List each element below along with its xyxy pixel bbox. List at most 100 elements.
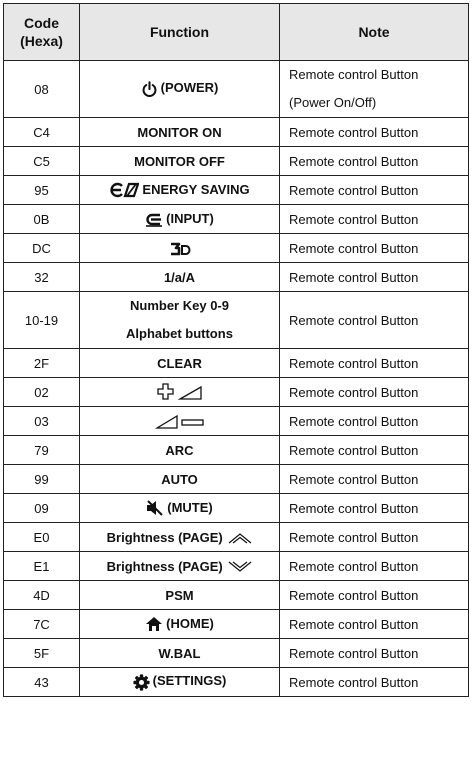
note-cell: Remote control Button <box>279 377 469 407</box>
note-cell: Remote control Button <box>279 435 469 465</box>
table-row: 10-19 Number Key 0-9 Alphabet buttons Re… <box>3 291 469 349</box>
function-cell: (HOME) <box>79 609 280 639</box>
function-cell: ENERGY SAVING <box>79 175 280 205</box>
function-line: Alphabet buttons <box>126 326 233 341</box>
table-row: 5F W.BAL Remote control Button <box>3 638 469 668</box>
code-cell: 4D <box>3 580 80 610</box>
function-cell: PSM <box>79 580 280 610</box>
energy-saving-icon <box>110 183 140 198</box>
mute-icon <box>147 500 163 516</box>
table-row: 09 (MUTE) Remote control Button <box>3 493 469 523</box>
table-row: 2F CLEAR Remote control Button <box>3 348 469 378</box>
table-row: 03 Remote control Button <box>3 406 469 436</box>
note-cell: Remote control Button <box>279 406 469 436</box>
function-cell: (SETTINGS) <box>79 667 280 697</box>
code-cell: 2F <box>3 348 80 378</box>
function-cell: ARC <box>79 435 280 465</box>
function-label: (POWER) <box>160 80 219 96</box>
code-cell: 08 <box>3 60 80 118</box>
code-cell: 32 <box>3 262 80 292</box>
code-cell: E0 <box>3 522 80 552</box>
home-icon <box>146 617 163 632</box>
code-cell: DC <box>3 233 80 263</box>
note-line: (Power On/Off) <box>289 95 377 110</box>
function-cell: (INPUT) <box>79 204 280 234</box>
volume-up-icon <box>156 383 202 400</box>
function-cell: 1/a/A <box>79 262 280 292</box>
note-cell: Remote control Button <box>279 580 469 610</box>
code-cell: 03 <box>3 406 80 436</box>
chevron-down-icon <box>228 561 252 572</box>
function-cell <box>79 233 280 263</box>
table-row: 95 ENERGY SAVING Remote control Button <box>3 175 469 205</box>
function-label: (INPUT) <box>166 211 214 227</box>
settings-icon <box>133 673 150 691</box>
function-line: Number Key 0-9 <box>130 298 229 313</box>
note-line: Remote control Button <box>289 67 419 82</box>
code-cell: 43 <box>3 667 80 697</box>
note-cell: Remote control Button <box>279 551 469 581</box>
function-label: (MUTE) <box>167 499 213 515</box>
code-cell: 5F <box>3 638 80 668</box>
note-cell: Remote control Button <box>279 291 469 349</box>
function-cell: AUTO <box>79 464 280 494</box>
header-function: Function <box>79 3 280 61</box>
note-cell: Remote control Button <box>279 493 469 523</box>
function-cell: W.BAL <box>79 638 280 668</box>
note-cell: Remote control Button <box>279 464 469 494</box>
table-row: 0B (INPUT) Remote control Button <box>3 204 469 234</box>
function-cell: Brightness (PAGE) <box>79 551 280 581</box>
table-row: 08 (POWER) Remote control Button (Power … <box>3 60 469 118</box>
table-row: E0 Brightness (PAGE) Remote control Butt… <box>3 522 469 552</box>
function-label: Brightness (PAGE) <box>106 529 223 545</box>
function-cell: MONITOR OFF <box>79 146 280 176</box>
header-note: Note <box>279 3 469 61</box>
table-row: 79 ARC Remote control Button <box>3 435 469 465</box>
code-cell: 02 <box>3 377 80 407</box>
remote-code-table: Code (Hexa) Function Note 08 (POWER) Rem… <box>3 3 469 697</box>
table-row: DC Remote control Button <box>3 233 469 263</box>
note-cell: Remote control Button <box>279 638 469 668</box>
note-cell: Remote control Button <box>279 175 469 205</box>
header-row: Code (Hexa) Function Note <box>3 3 469 61</box>
function-cell <box>79 377 280 407</box>
code-cell: 0B <box>3 204 80 234</box>
function-cell: CLEAR <box>79 348 280 378</box>
note-cell: Remote control Button (Power On/Off) <box>279 60 469 118</box>
note-cell: Remote control Button <box>279 609 469 639</box>
code-cell: 10-19 <box>3 291 80 349</box>
header-code: Code (Hexa) <box>3 3 80 61</box>
function-label: ENERGY SAVING <box>142 181 250 197</box>
code-cell: C4 <box>3 117 80 147</box>
volume-down-icon <box>154 414 204 429</box>
code-cell: 99 <box>3 464 80 494</box>
code-cell: 95 <box>3 175 80 205</box>
function-cell: Brightness (PAGE) <box>79 522 280 552</box>
table-row: 4D PSM Remote control Button <box>3 580 469 610</box>
power-icon <box>142 80 157 97</box>
table-row: 02 Remote control Button <box>3 377 469 407</box>
table-row: 7C (HOME) Remote control Button <box>3 609 469 639</box>
function-cell: Number Key 0-9 Alphabet buttons <box>79 291 280 349</box>
function-cell: MONITOR ON <box>79 117 280 147</box>
note-cell: Remote control Button <box>279 146 469 176</box>
note-cell: Remote control Button <box>279 522 469 552</box>
note-cell: Remote control Button <box>279 117 469 147</box>
3d-icon <box>170 242 190 256</box>
function-cell <box>79 406 280 436</box>
table-row: C5 MONITOR OFF Remote control Button <box>3 146 469 176</box>
table-row: 99 AUTO Remote control Button <box>3 464 469 494</box>
table-row: 32 1/a/A Remote control Button <box>3 262 469 292</box>
header-code-label: Code (Hexa) <box>20 15 63 49</box>
function-label: Brightness (PAGE) <box>106 558 223 574</box>
code-cell: 09 <box>3 493 80 523</box>
table-row: 43 (SETTINGS) Remote control Button <box>3 667 469 697</box>
note-cell: Remote control Button <box>279 204 469 234</box>
chevron-up-icon <box>228 533 252 544</box>
function-label: (SETTINGS) <box>152 673 227 689</box>
function-label: (HOME) <box>166 615 214 631</box>
function-cell: (MUTE) <box>79 493 280 523</box>
input-icon <box>146 213 163 227</box>
note-cell: Remote control Button <box>279 233 469 263</box>
note-cell: Remote control Button <box>279 667 469 697</box>
